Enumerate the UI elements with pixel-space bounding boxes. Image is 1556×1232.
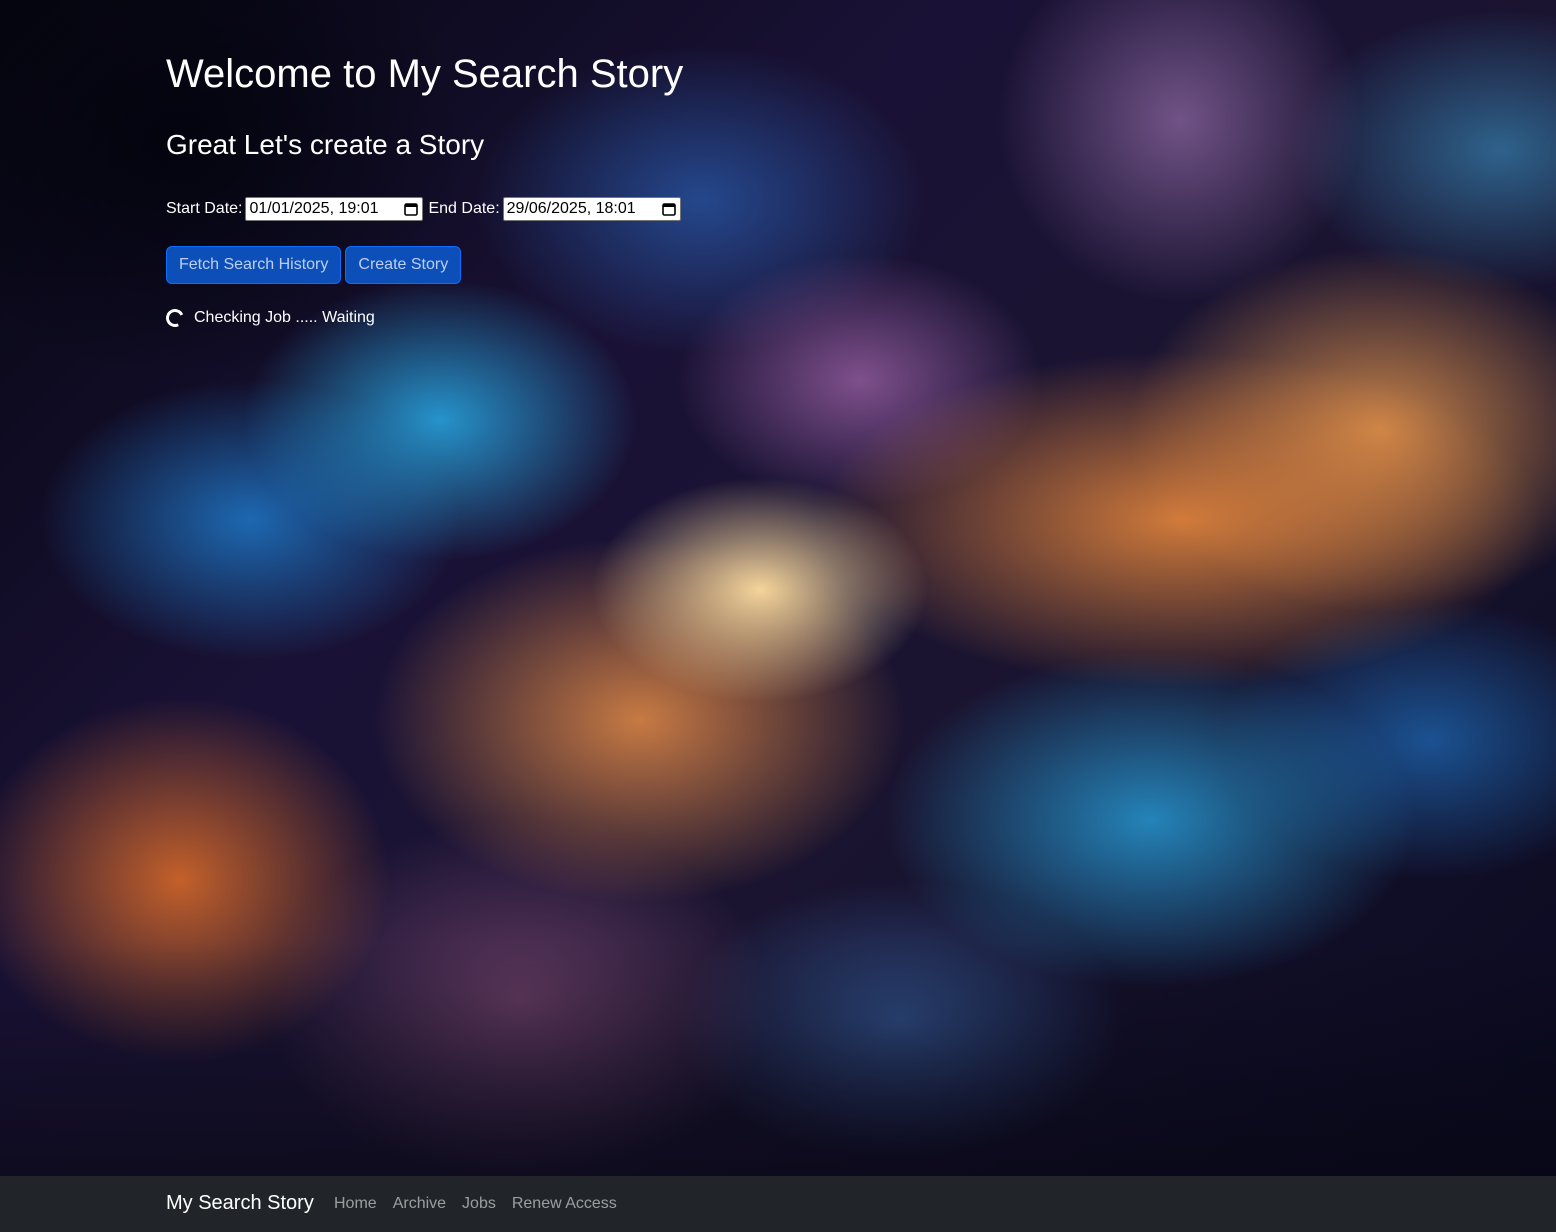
nav-link-archive[interactable]: Archive bbox=[393, 1193, 446, 1215]
nav-link-jobs[interactable]: Jobs bbox=[462, 1193, 496, 1215]
nav-link-renew-access[interactable]: Renew Access bbox=[512, 1193, 617, 1215]
start-date-value: 01/01/2025, 19:01 bbox=[249, 199, 379, 217]
spinner-icon bbox=[163, 306, 187, 330]
end-date-label: End Date: bbox=[428, 199, 500, 217]
calendar-icon[interactable] bbox=[661, 202, 676, 216]
nav-links: Home Archive Jobs Renew Access bbox=[334, 1193, 633, 1215]
job-status: Checking Job ..... Waiting bbox=[163, 306, 375, 330]
start-date-input[interactable]: 01/01/2025, 19:01 bbox=[245, 196, 424, 221]
nav-link-home[interactable]: Home bbox=[334, 1193, 377, 1215]
navbar-brand[interactable]: My Search Story bbox=[166, 1190, 314, 1216]
background-image bbox=[0, 0, 1556, 1176]
fetch-search-history-button[interactable]: Fetch Search History bbox=[166, 246, 342, 284]
calendar-icon[interactable] bbox=[404, 202, 419, 216]
start-date-label: Start Date: bbox=[166, 199, 243, 217]
action-buttons: Fetch Search History Create Story bbox=[166, 246, 465, 284]
end-date-value: 29/06/2025, 18:01 bbox=[506, 199, 636, 217]
job-status-text: Checking Job ..... Waiting bbox=[194, 309, 375, 326]
date-range-row: Start Date: 01/01/2025, 19:01 End Date: … bbox=[166, 195, 686, 222]
create-story-button[interactable]: Create Story bbox=[345, 246, 462, 284]
footer-navbar: My Search Story Home Archive Jobs Renew … bbox=[0, 1176, 1556, 1232]
end-date-input[interactable]: 29/06/2025, 18:01 bbox=[502, 196, 681, 221]
page-subtitle: Great Let's create a Story bbox=[166, 129, 485, 160]
page-title: Welcome to My Search Story bbox=[166, 52, 684, 96]
